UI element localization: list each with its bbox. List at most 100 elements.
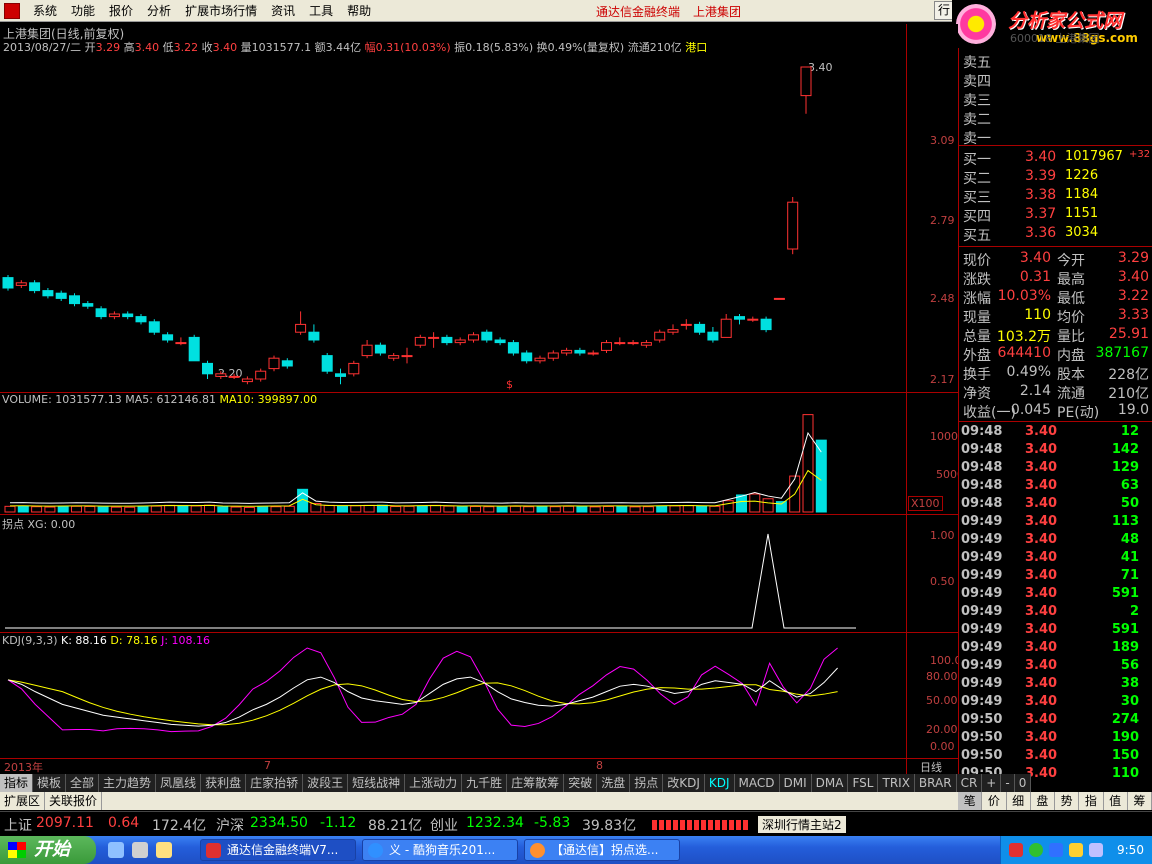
tray-network-icon[interactable]: [1049, 843, 1063, 857]
indicator-tab[interactable]: DMI: [779, 774, 812, 792]
volume-bar: [57, 506, 69, 513]
volume-bar: [403, 505, 415, 513]
quote-value: 3.33: [1117, 307, 1149, 323]
indicator-tab[interactable]: 改KDJ: [663, 774, 705, 792]
taskbar-item-kugou[interactable]: 义 - 酷狗音乐201...: [362, 839, 518, 861]
menu-help[interactable]: 帮助: [340, 2, 378, 19]
indicator-tab[interactable]: 九千胜: [462, 774, 508, 792]
menu-function[interactable]: 功能: [64, 2, 102, 19]
quote-value: 103.2万: [996, 329, 1051, 345]
quote-value: 0.49%: [1006, 364, 1051, 380]
menu-ext-market[interactable]: 扩展市场行情: [178, 2, 264, 19]
tab-related-quotes[interactable]: 关联报价: [45, 792, 103, 810]
side-tab[interactable]: 笔: [958, 792, 983, 810]
order-book-buy-row[interactable]: 买四 3.37 1151: [959, 206, 1152, 225]
side-tab[interactable]: 盘: [1031, 792, 1055, 810]
tray-input-icon[interactable]: [1089, 843, 1103, 857]
side-tab[interactable]: 指: [1079, 792, 1104, 810]
tick-price: 3.40: [1025, 640, 1058, 655]
tab-extension-area[interactable]: 扩展区: [0, 792, 46, 810]
quicklaunch-ie-icon[interactable]: [108, 842, 124, 858]
tick-row: 09:48 3.40 142: [959, 442, 1152, 460]
indicator-tab[interactable]: FSL: [848, 774, 879, 792]
tray-qq-icon[interactable]: [1029, 843, 1043, 857]
buy-level-label: 买五: [963, 228, 991, 244]
tray-volume-icon[interactable]: [1069, 843, 1083, 857]
indicator-tab[interactable]: 突破: [564, 774, 598, 792]
order-book-sell-row[interactable]: 卖五: [959, 52, 1152, 71]
cy-index-value: 1232.34: [466, 815, 524, 831]
indicator-tab[interactable]: TRIX: [878, 774, 915, 792]
side-tab[interactable]: 势: [1055, 792, 1080, 810]
quote-button[interactable]: 行: [934, 1, 954, 20]
menu-tools[interactable]: 工具: [302, 2, 340, 19]
indicator-tab[interactable]: 模板: [33, 774, 67, 792]
tick-volume: 591: [1111, 622, 1139, 637]
indicator-tab[interactable]: KDJ: [704, 774, 735, 792]
quote-key: 换手: [963, 367, 991, 383]
quote-key: 涨跌: [963, 272, 991, 288]
order-book-sell-row[interactable]: 卖三: [959, 90, 1152, 109]
indicator-tab[interactable]: 0: [1014, 774, 1032, 792]
tick-volume: 190: [1111, 730, 1139, 745]
order-book-buy-row[interactable]: 买三 3.38 1184: [959, 187, 1152, 206]
indicator-tab[interactable]: MACD: [734, 774, 780, 792]
indicator-tab[interactable]: 庄筹散筹: [507, 774, 565, 792]
tick-row: 09:49 3.40 30: [959, 694, 1152, 712]
period-label[interactable]: 日线: [920, 759, 942, 775]
volume-bar: [337, 505, 348, 513]
quote-key: 外盘: [963, 348, 991, 364]
indicator-tab[interactable]: 庄家抬轿: [246, 774, 304, 792]
indicator-tab[interactable]: CR: [956, 774, 983, 792]
panel-separator: [0, 514, 958, 515]
indicator-tab[interactable]: 上涨动力: [405, 774, 463, 792]
quicklaunch-folder-icon[interactable]: [156, 842, 172, 858]
menu-quote[interactable]: 报价: [102, 2, 140, 19]
menu-analysis[interactable]: 分析: [140, 2, 178, 19]
server-label[interactable]: 深圳行情主站2: [758, 816, 846, 833]
order-book-sell-row[interactable]: 卖二: [959, 109, 1152, 128]
order-book-buy-row[interactable]: 买一 3.40 1017967 +32: [959, 149, 1152, 168]
candle: [627, 340, 639, 346]
side-tab[interactable]: 值: [1104, 792, 1128, 810]
taskbar-item-browser[interactable]: 【通达信】拐点选...: [524, 839, 680, 861]
volume-bar: [71, 505, 82, 513]
order-book-buy-row[interactable]: 买五 3.36 3034: [959, 225, 1152, 244]
indicator-tab[interactable]: 短线战神: [348, 774, 406, 792]
index-status-bar: 上证 2097.11 0.64 172.4亿 沪深 2334.50 -1.12 …: [0, 811, 1152, 835]
indicator-tab[interactable]: DMA: [811, 774, 849, 792]
indicator-tab[interactable]: 凤凰线: [156, 774, 202, 792]
menu-news[interactable]: 资讯: [264, 2, 302, 19]
indicator-tab[interactable]: 洗盘: [597, 774, 631, 792]
tick-row: 09:49 3.40 41: [959, 550, 1152, 568]
tray-app-icon[interactable]: [1009, 843, 1023, 857]
taskbar-item-tdx[interactable]: 通达信金融终端V7...: [200, 839, 356, 861]
tick-row: 09:50 3.40 274: [959, 712, 1152, 730]
tick-row: 09:49 3.40 48: [959, 532, 1152, 550]
ma5-line: [9, 431, 822, 504]
chart-area[interactable]: 上港集团(日线,前复权) 2013/08/27/二 开3.29 高3.40 低3…: [0, 24, 969, 775]
indicator-tab[interactable]: 波段王: [303, 774, 349, 792]
indicator-tab[interactable]: 指标: [0, 774, 34, 792]
indicator-tabs: 指标 模板 全部 主力趋势 凤凰线 获利盘 庄家抬轿 波段王 短线战神 上涨动力 九千胜 庄筹散筹 突破…: [0, 774, 1032, 792]
indicator-tab[interactable]: 获利盘: [201, 774, 247, 792]
side-tab[interactable]: 价: [982, 792, 1007, 810]
indicator-tab[interactable]: +: [982, 774, 1002, 792]
indicator-tab[interactable]: -: [1001, 774, 1015, 792]
order-book-buy-row[interactable]: 买二 3.39 1226: [959, 168, 1152, 187]
quicklaunch-media-icon[interactable]: [132, 842, 148, 858]
candle: [587, 350, 599, 356]
menu-system[interactable]: 系统: [26, 2, 64, 19]
indicator-tab[interactable]: 全部: [66, 774, 100, 792]
indicator-tab[interactable]: BRAR: [914, 774, 957, 792]
info-sector-tag[interactable]: 港口: [685, 41, 707, 54]
side-tab[interactable]: 细: [1007, 792, 1031, 810]
side-tab[interactable]: 筹: [1128, 792, 1152, 810]
volume-bar: [31, 506, 43, 513]
candle: [747, 316, 759, 322]
candle: [507, 340, 519, 356]
indicator-tab[interactable]: 主力趋势: [99, 774, 157, 792]
order-book-sell-row[interactable]: 卖四: [959, 71, 1152, 90]
start-button[interactable]: 开始: [0, 836, 96, 864]
indicator-tab[interactable]: 拐点: [630, 774, 664, 792]
